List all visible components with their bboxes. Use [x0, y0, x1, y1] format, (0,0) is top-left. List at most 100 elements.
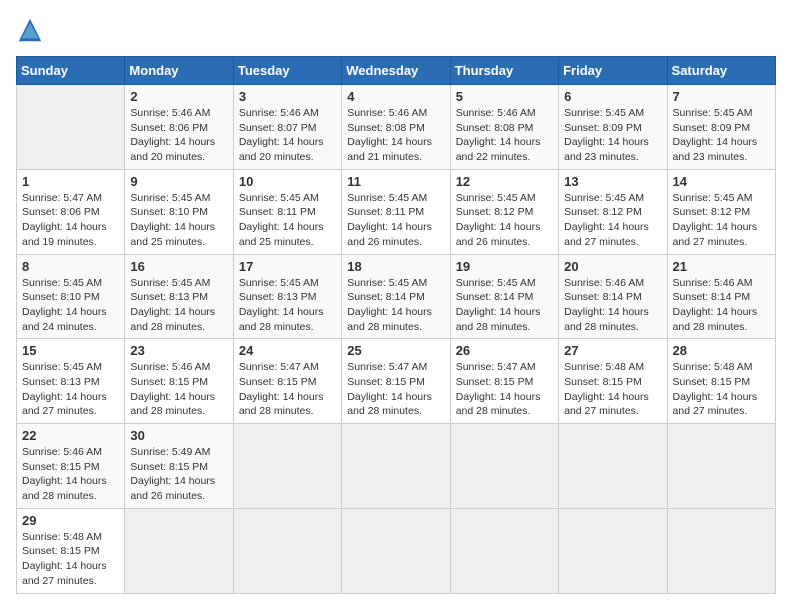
calendar-cell: [450, 424, 558, 509]
calendar-cell: [17, 85, 125, 170]
calendar-week-row: 8Sunrise: 5:45 AMSunset: 8:10 PMDaylight…: [17, 254, 776, 339]
day-number: 22: [22, 428, 119, 443]
calendar-cell: 26 Sunrise: 5:47 AMSunset: 8:15 PMDayligh…: [450, 339, 558, 424]
day-info: Sunrise: 5:46 AMSunset: 8:08 PMDaylight:…: [456, 106, 553, 165]
calendar-cell: [342, 424, 450, 509]
day-number: 9: [130, 174, 227, 189]
calendar-cell: [233, 508, 341, 593]
calendar-cell: 19 Sunrise: 5:45 AMSunset: 8:14 PMDayligh…: [450, 254, 558, 339]
day-info: Sunrise: 5:46 AMSunset: 8:15 PMDaylight:…: [130, 360, 227, 419]
day-number: 19: [456, 259, 553, 274]
calendar-cell: [125, 508, 233, 593]
day-info: Sunrise: 5:46 AMSunset: 8:14 PMDaylight:…: [673, 276, 770, 335]
day-number: 23: [130, 343, 227, 358]
dow-header: Saturday: [667, 57, 775, 85]
day-info: Sunrise: 5:45 AMSunset: 8:11 PMDaylight:…: [239, 191, 336, 250]
calendar-body: 2 Sunrise: 5:46 AMSunset: 8:06 PMDaylight…: [17, 85, 776, 594]
day-number: 29: [22, 513, 119, 528]
calendar-cell: 5 Sunrise: 5:46 AMSunset: 8:08 PMDaylight…: [450, 85, 558, 170]
day-number: 3: [239, 89, 336, 104]
day-number: 17: [239, 259, 336, 274]
day-info: Sunrise: 5:46 AMSunset: 8:06 PMDaylight:…: [130, 106, 227, 165]
calendar-week-row: 22 Sunrise: 5:46 AMSunset: 8:15 PMDayligh…: [17, 424, 776, 509]
calendar-week-row: 29 Sunrise: 5:48 AMSunset: 8:15 PMDayligh…: [17, 508, 776, 593]
day-number: 26: [456, 343, 553, 358]
dow-header: Thursday: [450, 57, 558, 85]
day-number: 1: [22, 174, 119, 189]
calendar-cell: 16Sunrise: 5:45 AMSunset: 8:13 PMDayligh…: [125, 254, 233, 339]
calendar-cell: 7 Sunrise: 5:45 AMSunset: 8:09 PMDaylight…: [667, 85, 775, 170]
calendar-cell: 22 Sunrise: 5:46 AMSunset: 8:15 PMDayligh…: [17, 424, 125, 509]
day-info: Sunrise: 5:46 AMSunset: 8:15 PMDaylight:…: [22, 445, 119, 504]
calendar-cell: 1 Sunrise: 5:47 AMSunset: 8:06 PMDaylight…: [17, 169, 125, 254]
calendar-cell: 12Sunrise: 5:45 AMSunset: 8:12 PMDayligh…: [450, 169, 558, 254]
day-info: Sunrise: 5:47 AMSunset: 8:15 PMDaylight:…: [456, 360, 553, 419]
day-number: 2: [130, 89, 227, 104]
calendar-cell: 21 Sunrise: 5:46 AMSunset: 8:14 PMDayligh…: [667, 254, 775, 339]
calendar-cell: [342, 508, 450, 593]
day-info: Sunrise: 5:45 AMSunset: 8:13 PMDaylight:…: [22, 360, 119, 419]
page-header: [16, 16, 776, 44]
day-number: 14: [673, 174, 770, 189]
logo: [16, 16, 48, 44]
day-info: Sunrise: 5:45 AMSunset: 8:10 PMDaylight:…: [22, 276, 119, 335]
calendar-cell: 28Sunrise: 5:48 AMSunset: 8:15 PMDayligh…: [667, 339, 775, 424]
day-number: 25: [347, 343, 444, 358]
calendar-cell: 27Sunrise: 5:48 AMSunset: 8:15 PMDayligh…: [559, 339, 667, 424]
day-info: Sunrise: 5:46 AMSunset: 8:08 PMDaylight:…: [347, 106, 444, 165]
day-info: Sunrise: 5:45 AMSunset: 8:12 PMDaylight:…: [564, 191, 661, 250]
day-info: Sunrise: 5:47 AMSunset: 8:06 PMDaylight:…: [22, 191, 119, 250]
day-info: Sunrise: 5:48 AMSunset: 8:15 PMDaylight:…: [22, 530, 119, 589]
dow-header: Tuesday: [233, 57, 341, 85]
day-number: 30: [130, 428, 227, 443]
day-info: Sunrise: 5:46 AMSunset: 8:07 PMDaylight:…: [239, 106, 336, 165]
day-number: 11: [347, 174, 444, 189]
calendar-cell: [667, 424, 775, 509]
calendar-cell: 2 Sunrise: 5:46 AMSunset: 8:06 PMDaylight…: [125, 85, 233, 170]
day-number: 15: [22, 343, 119, 358]
day-number: 10: [239, 174, 336, 189]
calendar-cell: 8Sunrise: 5:45 AMSunset: 8:10 PMDaylight…: [17, 254, 125, 339]
calendar-cell: 15 Sunrise: 5:45 AMSunset: 8:13 PMDayligh…: [17, 339, 125, 424]
dow-header: Friday: [559, 57, 667, 85]
day-info: Sunrise: 5:45 AMSunset: 8:13 PMDaylight:…: [239, 276, 336, 335]
day-number: 12: [456, 174, 553, 189]
logo-icon: [16, 16, 44, 44]
calendar-cell: [559, 508, 667, 593]
calendar-cell: 24Sunrise: 5:47 AMSunset: 8:15 PMDayligh…: [233, 339, 341, 424]
dow-header: Monday: [125, 57, 233, 85]
calendar-cell: 23 Sunrise: 5:46 AMSunset: 8:15 PMDayligh…: [125, 339, 233, 424]
calendar-cell: 9Sunrise: 5:45 AMSunset: 8:10 PMDaylight…: [125, 169, 233, 254]
day-info: Sunrise: 5:45 AMSunset: 8:09 PMDaylight:…: [564, 106, 661, 165]
calendar-week-row: 1 Sunrise: 5:47 AMSunset: 8:06 PMDaylight…: [17, 169, 776, 254]
day-number: 13: [564, 174, 661, 189]
calendar-cell: 4 Sunrise: 5:46 AMSunset: 8:08 PMDaylight…: [342, 85, 450, 170]
day-number: 7: [673, 89, 770, 104]
day-number: 6: [564, 89, 661, 104]
calendar-cell: 20Sunrise: 5:46 AMSunset: 8:14 PMDayligh…: [559, 254, 667, 339]
calendar-cell: 11 Sunrise: 5:45 AMSunset: 8:11 PMDayligh…: [342, 169, 450, 254]
day-number: 4: [347, 89, 444, 104]
day-number: 20: [564, 259, 661, 274]
calendar-cell: 25 Sunrise: 5:47 AMSunset: 8:15 PMDayligh…: [342, 339, 450, 424]
calendar-cell: 6 Sunrise: 5:45 AMSunset: 8:09 PMDaylight…: [559, 85, 667, 170]
day-number: 16: [130, 259, 227, 274]
day-info: Sunrise: 5:48 AMSunset: 8:15 PMDaylight:…: [564, 360, 661, 419]
calendar-cell: 29 Sunrise: 5:48 AMSunset: 8:15 PMDayligh…: [17, 508, 125, 593]
calendar-cell: 10 Sunrise: 5:45 AMSunset: 8:11 PMDayligh…: [233, 169, 341, 254]
day-info: Sunrise: 5:47 AMSunset: 8:15 PMDaylight:…: [347, 360, 444, 419]
day-info: Sunrise: 5:45 AMSunset: 8:14 PMDaylight:…: [456, 276, 553, 335]
calendar-cell: [233, 424, 341, 509]
day-number: 21: [673, 259, 770, 274]
day-info: Sunrise: 5:45 AMSunset: 8:14 PMDaylight:…: [347, 276, 444, 335]
dow-header: Sunday: [17, 57, 125, 85]
calendar-cell: [450, 508, 558, 593]
calendar-cell: 3 Sunrise: 5:46 AMSunset: 8:07 PMDaylight…: [233, 85, 341, 170]
day-info: Sunrise: 5:45 AMSunset: 8:09 PMDaylight:…: [673, 106, 770, 165]
day-info: Sunrise: 5:45 AMSunset: 8:11 PMDaylight:…: [347, 191, 444, 250]
day-number: 18: [347, 259, 444, 274]
calendar-table: SundayMondayTuesdayWednesdayThursdayFrid…: [16, 56, 776, 594]
day-number: 5: [456, 89, 553, 104]
calendar-cell: 14Sunrise: 5:45 AMSunset: 8:12 PMDayligh…: [667, 169, 775, 254]
calendar-week-row: 2 Sunrise: 5:46 AMSunset: 8:06 PMDaylight…: [17, 85, 776, 170]
